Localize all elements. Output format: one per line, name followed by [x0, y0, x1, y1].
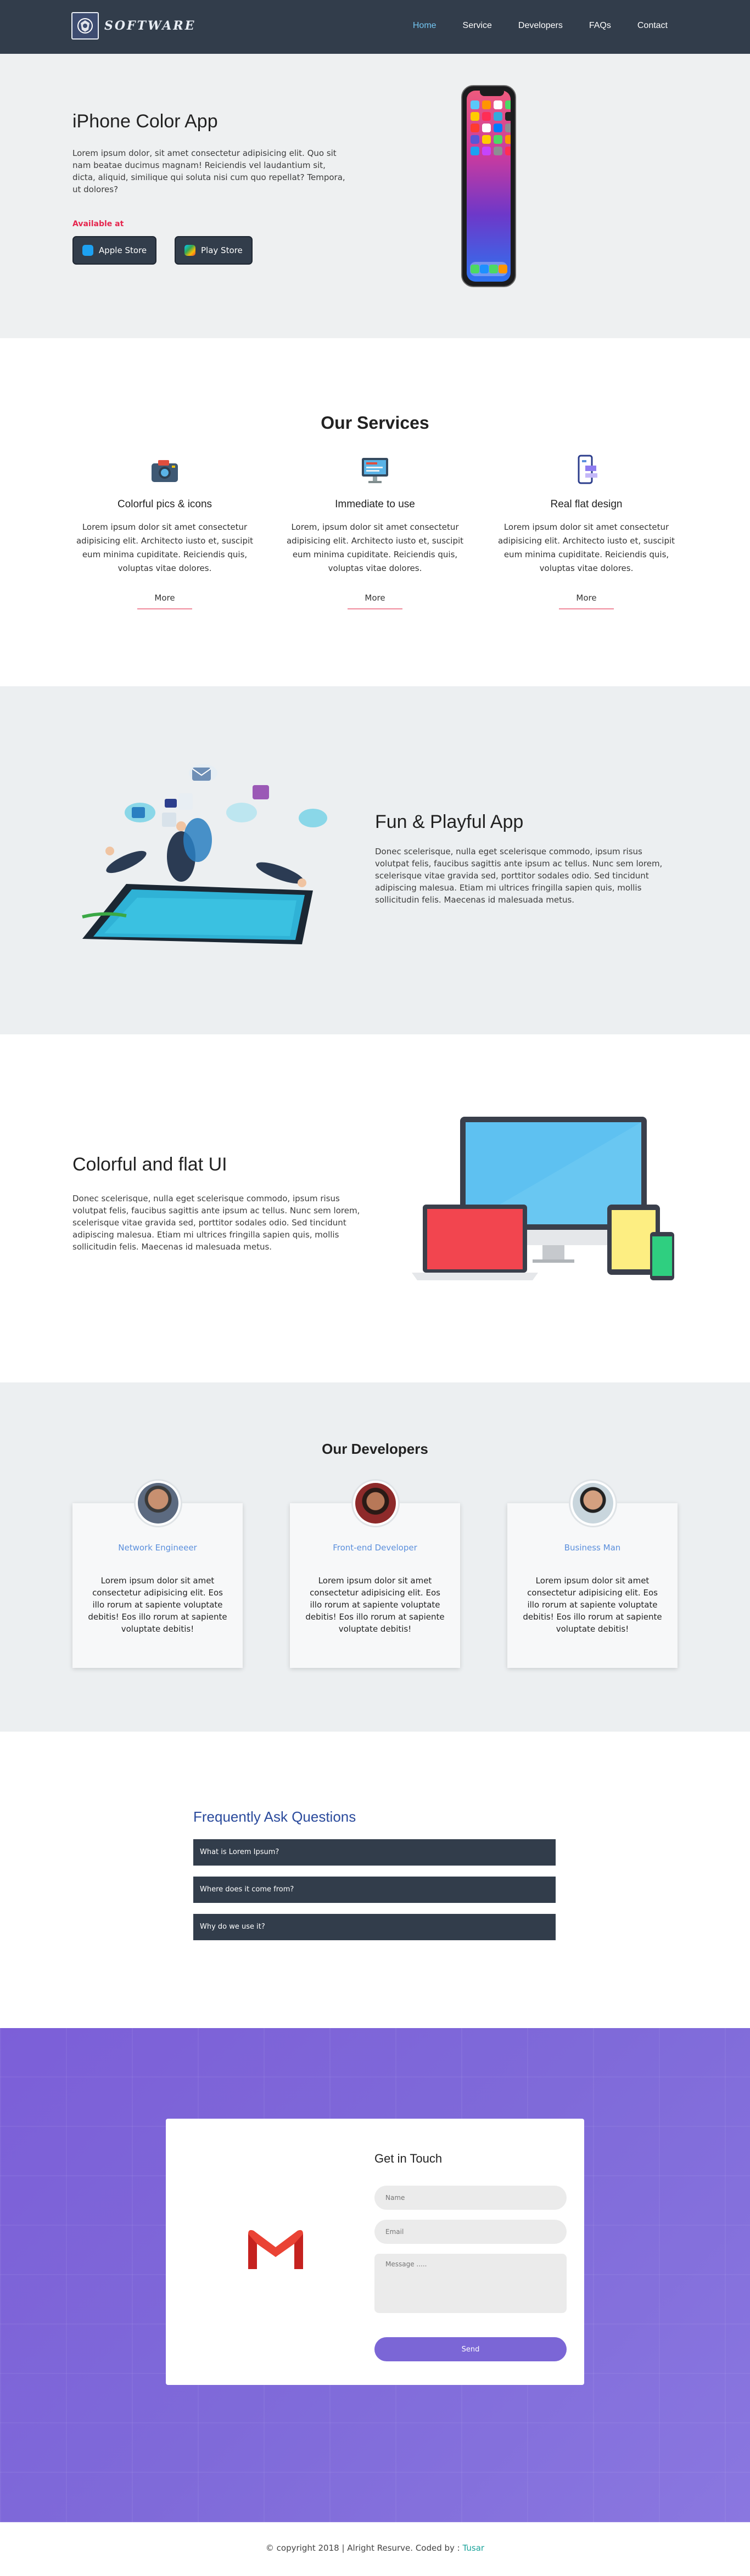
avatar	[134, 1479, 182, 1527]
developer-card: Front-end Developer Lorem ipsum dolor si…	[290, 1479, 460, 1668]
developer-role: Network Engineeer	[118, 1543, 197, 1553]
service-title: Immediate to use	[335, 499, 415, 510]
fun-title: Fun & Playful App	[375, 811, 524, 832]
contact-card: Get in Touch Send	[166, 2119, 584, 2385]
developer-bio: Lorem ipsum dolor sit amet consectetur a…	[305, 1576, 445, 1634]
nav-link-contact[interactable]: Contact	[637, 21, 668, 31]
top-navbar: SOFTWARE Home Service Developers FAQs Co…	[0, 0, 750, 54]
apple-store-label: Apple Store	[99, 245, 147, 255]
nav-link-home[interactable]: Home	[413, 21, 436, 31]
email-field[interactable]	[374, 2220, 567, 2244]
faq-title: Frequently Ask Questions	[193, 1808, 356, 1825]
monitor-icon	[359, 453, 391, 486]
footer: © copyright 2018 | Alright Resurve. Code…	[0, 2522, 750, 2576]
app-store-icon	[82, 245, 93, 256]
developer-role: Front-end Developer	[333, 1543, 417, 1553]
service-card: Colorful pics & icons Lorem ipsum dolor …	[69, 453, 261, 609]
service-card: Immediate to use Lorem, ipsum dolor sit …	[279, 453, 471, 609]
hero-title: iPhone Color App	[72, 111, 218, 132]
faq-question[interactable]: What is Lorem Ipsum?	[193, 1839, 556, 1866]
contact-section: Get in Touch Send	[0, 2028, 750, 2522]
service-text: Lorem ipsum dolor sit amet consectetur a…	[497, 522, 675, 573]
service-card: Real flat design Lorem ipsum dolor sit a…	[490, 453, 682, 609]
fun-playful-section: Fun & Playful App Donec scelerisque, nul…	[0, 686, 750, 1034]
developer-card: Business Man Lorem ipsum dolor sit amet …	[507, 1479, 678, 1668]
service-text: Lorem ipsum dolor sit amet consectetur a…	[76, 522, 254, 573]
logo-text: SOFTWARE	[104, 19, 196, 33]
author-link[interactable]: Tusar	[463, 2543, 485, 2553]
hero-text: Lorem ipsum dolor, sit amet consectetur …	[72, 148, 345, 194]
gmail-icon	[248, 2230, 303, 2271]
iphone-illustration	[461, 85, 516, 287]
message-field[interactable]	[374, 2254, 567, 2313]
swimmers-tablet-illustration	[82, 764, 327, 944]
nav-link-faqs[interactable]: FAQs	[589, 21, 611, 31]
nav-link-service[interactable]: Service	[463, 21, 492, 31]
contact-title: Get in Touch	[374, 2152, 443, 2165]
send-button[interactable]: Send	[374, 2337, 567, 2361]
flat-text: Donec scelerisque, nulla eget scelerisqu…	[72, 1194, 360, 1252]
developer-card: Network Engineeer Lorem ipsum dolor sit …	[72, 1479, 243, 1668]
avatar	[351, 1479, 400, 1527]
developer-role: Business Man	[564, 1543, 621, 1553]
developers-section: Our Developers Network Engineeer Lorem i…	[0, 1382, 750, 1732]
service-more-link[interactable]: More	[137, 593, 192, 609]
developers-title: Our Developers	[322, 1441, 428, 1457]
fun-text: Donec scelerisque, nulla eget scelerisqu…	[375, 847, 663, 905]
service-more-link[interactable]: More	[348, 593, 402, 609]
apple-store-button[interactable]: Apple Store	[72, 236, 157, 265]
flat-title: Colorful and flat UI	[72, 1154, 227, 1175]
flat-ui-section: Colorful and flat UI Donec scelerisque, …	[0, 1034, 750, 1382]
faq-question[interactable]: Where does it come from?	[193, 1877, 556, 1903]
play-store-label: Play Store	[201, 245, 243, 255]
logo-badge-icon	[71, 12, 99, 40]
devices-illustration	[412, 1117, 674, 1280]
play-store-icon	[184, 245, 195, 256]
available-at-label: Available at	[72, 220, 124, 228]
main-menu: Home Service Developers FAQs Contact	[387, 21, 668, 31]
play-store-button[interactable]: Play Store	[175, 236, 253, 265]
services-section: Our Services Colorful pics & icons Lorem…	[0, 338, 750, 686]
service-title: Real flat design	[550, 499, 623, 510]
faq-section: Frequently Ask Questions What is Lorem I…	[0, 1732, 750, 2028]
avatar	[569, 1479, 617, 1527]
camera-icon	[148, 453, 181, 486]
service-more-link[interactable]: More	[559, 593, 614, 609]
service-text: Lorem, ipsum dolor sit amet consectetur …	[286, 522, 464, 573]
nav-link-developers[interactable]: Developers	[518, 21, 563, 31]
hero-section: iPhone Color App Lorem ipsum dolor, sit …	[0, 54, 750, 338]
developer-bio: Lorem ipsum dolor sit amet consectetur a…	[88, 1576, 227, 1634]
name-field[interactable]	[374, 2186, 567, 2210]
logo[interactable]: SOFTWARE	[71, 12, 195, 40]
copyright-text: © copyright 2018 | Alright Resurve. Code…	[265, 2543, 460, 2553]
faq-question[interactable]: Why do we use it?	[193, 1914, 556, 1940]
services-title: Our Services	[321, 413, 429, 433]
developer-bio: Lorem ipsum dolor sit amet consectetur a…	[523, 1576, 662, 1634]
mobile-design-icon	[570, 453, 603, 486]
service-title: Colorful pics & icons	[117, 499, 212, 510]
